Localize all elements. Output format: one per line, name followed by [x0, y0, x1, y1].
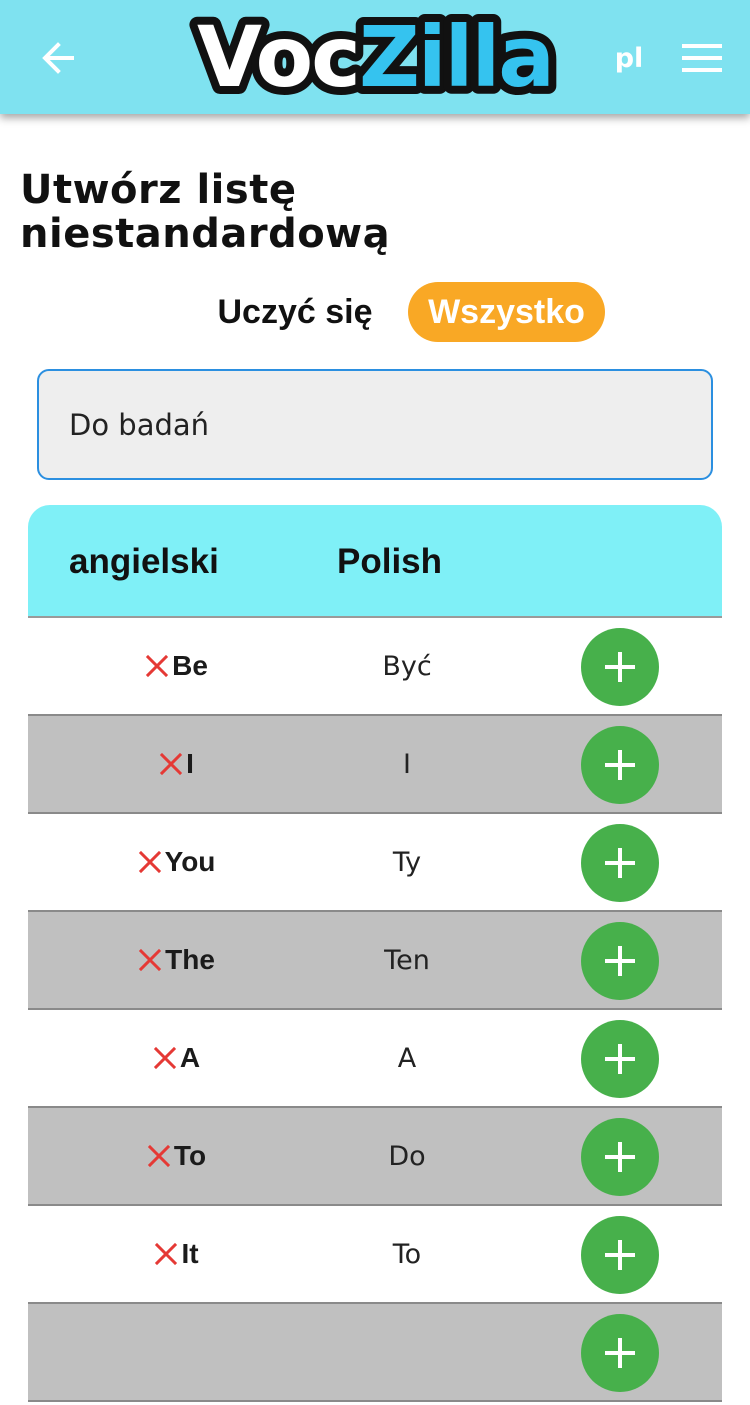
cell-english: Be: [28, 618, 324, 714]
word-english: You: [164, 846, 216, 877]
plus-icon: [605, 750, 635, 780]
add-word-button[interactable]: [581, 726, 659, 804]
plus-icon: [605, 1044, 635, 1074]
word-polish: Być: [382, 650, 432, 682]
word-english: It: [181, 1238, 199, 1269]
table-row: II: [28, 716, 722, 814]
table-body: Be Być I I You Ty The Ten A A To Do It To: [28, 618, 722, 1402]
hamburger-menu-icon: [682, 44, 722, 72]
plus-icon: [605, 652, 635, 682]
page-title-line2: niestandardową: [20, 211, 391, 257]
page-title: Utwórz listę niestandardową: [20, 168, 620, 256]
arrow-left-icon: [42, 42, 74, 74]
word-polish: To: [392, 1238, 422, 1270]
header-polish: Polish: [337, 541, 443, 581]
word-table: angielski Polish Be Być I I You Ty The Ten A A To D…: [28, 505, 722, 1405]
table-row: AA: [28, 1010, 722, 1108]
app-bar: VocZilla VocZilla pl: [0, 0, 750, 114]
cell-english: [28, 1304, 324, 1400]
add-word-button[interactable]: [581, 824, 659, 902]
table-row: You Ty: [28, 814, 722, 912]
table-row: Be Być: [28, 618, 722, 716]
word-polish: I: [403, 748, 411, 780]
word-polish: A: [397, 1042, 417, 1074]
remove-icon[interactable]: [146, 1143, 172, 1169]
cell-english: The: [28, 912, 324, 1008]
plus-icon: [605, 848, 635, 878]
voczilla-logo: VocZilla VocZilla: [168, 6, 582, 108]
mode-learn-option[interactable]: Uczyć się: [200, 282, 390, 342]
remove-icon[interactable]: [153, 1241, 179, 1267]
add-word-button[interactable]: [581, 1020, 659, 1098]
remove-icon[interactable]: [152, 1045, 178, 1071]
word-english: To: [173, 1140, 207, 1171]
add-word-button[interactable]: [581, 1314, 659, 1392]
list-name-input[interactable]: [69, 407, 681, 442]
table-row: The Ten: [28, 912, 722, 1010]
back-button[interactable]: [30, 30, 86, 86]
svg-text:VocZilla: VocZilla: [197, 8, 553, 106]
word-polish: Ty: [392, 846, 422, 878]
word-polish: [307, 1304, 507, 1400]
word-english: A: [179, 1042, 201, 1073]
list-name-field[interactable]: [37, 369, 713, 480]
add-word-button[interactable]: [581, 1118, 659, 1196]
add-word-button[interactable]: [581, 1216, 659, 1294]
table-row: To Do: [28, 1108, 722, 1206]
language-selector[interactable]: pl: [604, 36, 654, 80]
page-title-line1: Utwórz listę: [20, 167, 297, 213]
cell-english: To: [28, 1108, 324, 1204]
cell-english: A: [28, 1010, 324, 1106]
remove-icon[interactable]: [158, 751, 184, 777]
logo-voc: Voc: [197, 8, 359, 106]
table-header: angielski Polish: [28, 505, 722, 618]
plus-icon: [605, 1240, 635, 1270]
cell-english: It: [28, 1206, 324, 1302]
add-word-button[interactable]: [581, 628, 659, 706]
remove-icon[interactable]: [144, 653, 170, 679]
table-row: It To: [28, 1206, 722, 1304]
plus-icon: [605, 1338, 635, 1368]
mode-all-option[interactable]: Wszystko: [408, 282, 605, 342]
mode-toggle: Uczyć się Wszystko: [0, 282, 750, 342]
header-english: angielski: [69, 541, 219, 581]
add-word-button[interactable]: [581, 922, 659, 1000]
word-english: I: [186, 748, 194, 779]
cell-english: You: [28, 814, 324, 910]
remove-icon[interactable]: [137, 947, 163, 973]
cell-english: I: [28, 716, 324, 812]
word-english: Be: [172, 650, 208, 681]
plus-icon: [605, 946, 635, 976]
plus-icon: [605, 1142, 635, 1172]
menu-button[interactable]: [674, 30, 730, 86]
table-row: [28, 1304, 722, 1402]
word-english: The: [165, 944, 215, 975]
word-polish: Do: [388, 1140, 426, 1172]
logo-zilla: Zilla: [359, 8, 553, 106]
word-polish: Ten: [384, 944, 430, 976]
remove-icon[interactable]: [137, 849, 163, 875]
